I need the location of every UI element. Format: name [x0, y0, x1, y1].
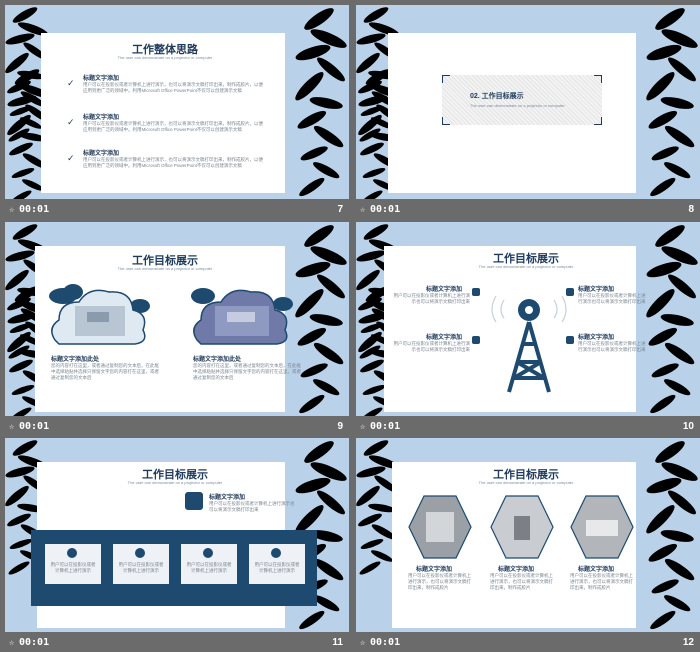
transition-timing: ☆ 00:01 [360, 204, 401, 215]
slide-caption: ☆ 00:01 12 [356, 634, 700, 652]
leaf-right-decoration [643, 5, 700, 199]
slide-caption: ☆ 00:01 9 [5, 418, 349, 436]
box-icon [203, 548, 213, 558]
slide-subtitle: The user can demonstrate on a projector … [478, 264, 574, 269]
section-subtitle: The user can demonstrate on a projector … [470, 103, 565, 108]
star-icon: ☆ [360, 422, 366, 432]
top-heading: 标题文字添加 [209, 495, 246, 501]
transition-timing: ☆ 00:01 [9, 204, 50, 215]
cloud-photo-handshake [49, 284, 150, 345]
slide-caption: ☆ 00:01 10 [356, 418, 700, 436]
slide-number: 8 [688, 204, 694, 215]
item-heading: 标题文字添加此处 [51, 357, 100, 363]
box-text: 用户可以在投影仪或者计算机上进行演示 [118, 562, 164, 573]
item-heading: 标题文字添加 [416, 567, 453, 573]
item-icon [472, 336, 480, 344]
star-icon: ☆ [360, 638, 366, 648]
slide-8-canvas[interactable]: 02. 工作目标展示 The user can demonstrate on a… [356, 5, 700, 199]
slide-10-canvas[interactable]: 工作目标展示 The user can demonstrate on a pro… [356, 222, 700, 416]
info-box: 用户可以在投影仪或者计算机上进行演示 [249, 544, 305, 584]
item-icon [472, 288, 480, 296]
slide-subtitle: The user can demonstrate on a projector … [127, 480, 223, 485]
slide-number: 10 [682, 421, 694, 432]
box-icon [271, 548, 281, 558]
item-heading: 标题文字添加 [498, 567, 535, 573]
blue-band: 用户可以在投影仪或者计算机上进行演示 用户可以在投影仪或者计算机上进行演示 用户… [31, 530, 317, 606]
slide-7-canvas[interactable]: 工作整体思路 The user can demonstrate on a pro… [5, 5, 349, 199]
item-text: 您的内容打在这里，或者通过复制您的文本后，在此框中选择粘贴并选择只保留文字您的内… [193, 363, 301, 380]
box-icon [67, 548, 77, 558]
leaf-right-decoration [643, 438, 700, 632]
item-icon [566, 288, 574, 296]
star-icon: ☆ [360, 205, 366, 215]
box-text: 用户可以在投影仪或者计算机上进行演示 [254, 562, 300, 573]
hexagon-photo-laptop [570, 495, 634, 559]
item-text: 用户可以在投影仪或者计算机上进行演示也可以将演示文稿打印出来 [393, 341, 471, 352]
check-icon: ✓ [67, 78, 75, 88]
hexagon-photo-chair [490, 495, 554, 559]
transition-timing: ☆ 00:01 [9, 421, 50, 432]
item-heading: 标题文字添加 [83, 151, 120, 157]
item-heading: 标题文字添加 [83, 115, 120, 121]
transition-timing: ☆ 00:01 [9, 637, 50, 648]
item-heading: 标题文字添加此处 [193, 357, 242, 363]
slide-number: 11 [332, 637, 343, 648]
transition-timing: ☆ 00:01 [360, 637, 401, 648]
item-text: 用户可以在投影仪或者计算机上进行演示，也可以将演示文稿打印出来，制作成胶片，以便… [83, 157, 263, 168]
item-text: 用户可以在投影仪或者计算机上进行演示也可以将演示文稿打印出来 [578, 341, 646, 352]
item-icon [566, 336, 574, 344]
slide-caption: ☆ 00:01 7 [5, 201, 349, 219]
leaf-right-decoration [643, 222, 700, 416]
item-heading: 标题文字添加 [426, 287, 463, 293]
box-text: 用户可以在投影仪或者计算机上进行演示 [50, 562, 96, 573]
item-text: 用户可以在投影仪或者计算机上进行演示，也可以将演示文稿打印出来，制作成胶片 [570, 573, 633, 590]
box-icon [135, 548, 145, 558]
cloud-photo-meeting [191, 288, 293, 345]
check-icon: ✓ [67, 153, 75, 163]
android-icon [185, 492, 203, 510]
item-text: 您的内容打在这里，或者通过复制您的文本后，在此框中选择粘贴并选择只保留文字您的内… [51, 363, 159, 380]
signal-tower-icon [491, 295, 567, 393]
slide-number: 9 [337, 421, 343, 432]
section-title: 02. 工作目标展示 [470, 93, 524, 100]
slide-11-canvas[interactable]: 工作目标展示 The user can demonstrate on a pro… [5, 438, 349, 632]
item-text: 用户可以在投影仪或者计算机上进行演示，也可以将演示文稿打印出来，制作成胶片 [408, 573, 471, 590]
info-box: 用户可以在投影仪或者计算机上进行演示 [113, 544, 169, 584]
star-icon: ☆ [9, 638, 15, 648]
slide-subtitle: The user can demonstrate on a projector … [478, 480, 574, 485]
top-text: 用户可以在投影仪或者计算机上进行演示也可以将演示文稿打印出来 [209, 501, 295, 512]
check-icon: ✓ [67, 117, 75, 127]
section-title-box: 02. 工作目标展示 The user can demonstrate on a… [442, 75, 602, 125]
star-icon: ☆ [9, 205, 15, 215]
item-text: 用户可以在投影仪或者计算机上进行演示也可以将演示文稿打印出来 [578, 293, 646, 304]
item-heading: 标题文字添加 [578, 335, 615, 341]
slide-number: 12 [682, 637, 694, 648]
slide-caption: ☆ 00:01 8 [356, 201, 700, 219]
slide-caption: ☆ 00:01 11 [5, 634, 349, 652]
leaf-right-decoration [292, 5, 349, 199]
box-text: 用户可以在投影仪或者计算机上进行演示 [186, 562, 232, 573]
item-heading: 标题文字添加 [578, 567, 615, 573]
slide-9-canvas[interactable]: 工作目标展示 The user can demonstrate on a pro… [5, 222, 349, 416]
hexagon-photo-office [408, 495, 472, 559]
slide-subtitle: The user can demonstrate on a projector … [117, 55, 213, 60]
item-heading: 标题文字添加 [426, 335, 463, 341]
slide-12-canvas[interactable]: 工作目标展示 The user can demonstrate on a pro… [356, 438, 700, 632]
item-heading: 标题文字添加 [578, 287, 615, 293]
item-text: 用户可以在投影仪或者计算机上进行演示，也可以将演示文稿打印出来，制作成胶片，以便… [83, 82, 263, 93]
item-heading: 标题文字添加 [83, 76, 120, 82]
item-text: 用户可以在投影仪或者计算机上进行演示，也可以将演示文稿打印出来，制作成胶片 [490, 573, 553, 590]
info-box: 用户可以在投影仪或者计算机上进行演示 [181, 544, 237, 584]
transition-timing: ☆ 00:01 [360, 421, 401, 432]
item-text: 用户可以在投影仪或者计算机上进行演示也可以将演示文稿打印出来 [393, 293, 471, 304]
slide-subtitle: The user can demonstrate on a projector … [117, 266, 213, 271]
info-box: 用户可以在投影仪或者计算机上进行演示 [45, 544, 101, 584]
star-icon: ☆ [9, 422, 15, 432]
slide-number: 7 [337, 204, 343, 215]
item-text: 用户可以在投影仪或者计算机上进行演示，也可以将演示文稿打印出来，制作成胶片，以便… [83, 121, 263, 132]
